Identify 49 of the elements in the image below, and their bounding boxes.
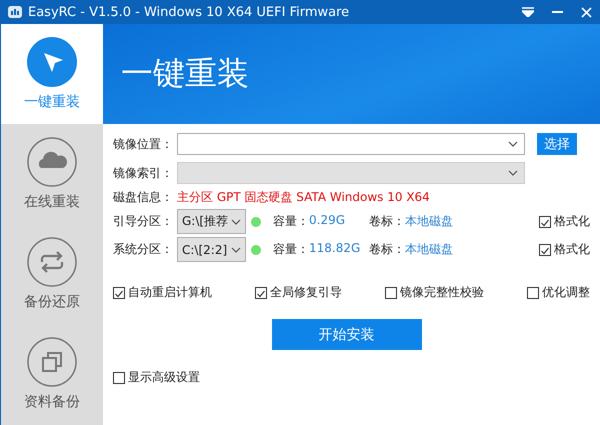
check-icon bbox=[256, 288, 266, 298]
disk-info: 主分区 GPT 固态硬盘 SATA Windows 10 X64 bbox=[177, 189, 430, 206]
capacity-label: 容量： bbox=[273, 241, 309, 258]
status-dot bbox=[251, 216, 261, 226]
sidebar-item[interactable]: 备份还原 bbox=[1, 224, 103, 324]
field-label: 镜像索引： bbox=[113, 164, 174, 182]
checkbox[interactable]: 自动重启计算机 bbox=[113, 284, 255, 301]
checkbox[interactable]: 优化调整 bbox=[527, 284, 590, 301]
cloud-icon bbox=[27, 137, 77, 187]
dropdown-menu-icon[interactable] bbox=[522, 7, 534, 17]
checkbox[interactable]: 镜像完整性校验 bbox=[385, 284, 527, 301]
field-label: 系统分区： bbox=[113, 241, 174, 258]
install-button[interactable]: 开始安装 bbox=[272, 319, 422, 350]
checkbox[interactable]: 全局修复引导 bbox=[255, 284, 385, 301]
select-button[interactable]: 选择 bbox=[537, 133, 577, 155]
chevron-down-icon bbox=[508, 170, 518, 176]
copy-icon bbox=[27, 337, 77, 387]
check-icon bbox=[540, 246, 550, 256]
volume-value: 本地磁盘 bbox=[405, 241, 453, 258]
sidebar-item[interactable]: 在线重装 bbox=[1, 124, 103, 224]
checkbox[interactable]: 格式化 bbox=[539, 241, 590, 258]
window-title: EasyRC - V1.5.0 - Windows 10 X64 UEFI Firmware bbox=[28, 4, 350, 20]
sidebar-item[interactable]: 资料备份 bbox=[1, 324, 103, 424]
partition-dropdown[interactable]: G:\[推荐 bbox=[177, 209, 246, 234]
chevron-down-icon bbox=[508, 141, 518, 147]
check-icon bbox=[540, 218, 550, 228]
status-dot bbox=[251, 244, 261, 254]
checkbox[interactable]: 格式化 bbox=[539, 213, 590, 230]
page-title: 一键重装 bbox=[121, 53, 249, 94]
field-label: 磁盘信息： bbox=[113, 189, 174, 206]
volume-label: 卷标： bbox=[369, 213, 405, 230]
field-label: 引导分区： bbox=[113, 213, 174, 230]
volume-value: 本地磁盘 bbox=[405, 213, 453, 230]
field-label: 镜像位置： bbox=[113, 136, 174, 152]
cursor-icon bbox=[27, 37, 77, 87]
partition-dropdown[interactable]: C:\[2:2] bbox=[177, 237, 246, 262]
sync-icon bbox=[27, 237, 77, 287]
sidebar-item[interactable]: 一键重装 bbox=[1, 24, 103, 124]
capacity-label: 容量： bbox=[273, 213, 309, 230]
image-path-dropdown[interactable] bbox=[177, 133, 525, 155]
check-icon bbox=[114, 288, 124, 298]
volume-label: 卷标： bbox=[369, 241, 405, 258]
close-icon[interactable] bbox=[581, 6, 592, 18]
app-icon bbox=[8, 6, 22, 18]
chevron-down-icon bbox=[231, 246, 241, 252]
checkbox[interactable]: 显示高级设置 bbox=[113, 369, 590, 386]
capacity-value: 0.29G bbox=[309, 213, 346, 229]
capacity-value: 118.82G bbox=[309, 241, 360, 257]
chevron-down-icon bbox=[231, 218, 241, 224]
